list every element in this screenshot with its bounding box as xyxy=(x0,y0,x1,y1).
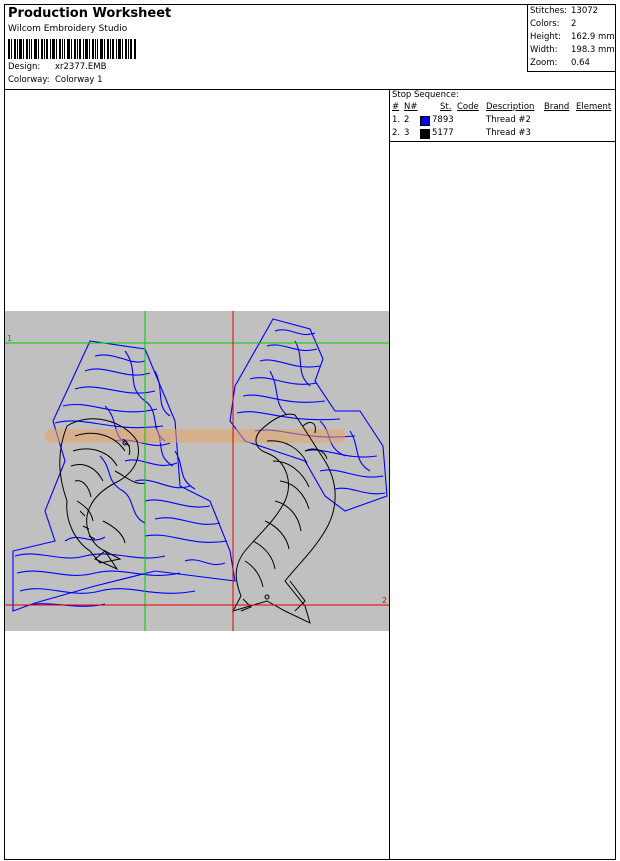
barcode xyxy=(8,39,136,59)
col-header-needle: N# xyxy=(404,102,418,112)
stat-colors: Colors: 2 xyxy=(530,19,577,29)
stat-zoom: Zoom: 0.64 xyxy=(530,58,590,68)
design-filename: xr2377.EMB xyxy=(55,62,107,72)
stop-sequence-table: Stop Sequence: # N# St. Code Description… xyxy=(390,89,615,142)
software-name: Wilcom Embroidery Studio xyxy=(8,24,128,34)
col-header-element: Element xyxy=(576,102,612,112)
design-label: Design: xyxy=(8,62,41,72)
embroidery-preview-canvas: 1 2 xyxy=(5,311,389,631)
stat-width: Width: 198.3 mm xyxy=(530,45,615,55)
column-divider xyxy=(389,89,390,859)
worksheet-header: Production Worksheet Wilcom Embroidery S… xyxy=(5,5,616,90)
col-header-num: # xyxy=(392,102,400,112)
worksheet-page: Production Worksheet Wilcom Embroidery S… xyxy=(4,4,616,860)
koi-fish-right xyxy=(231,413,336,624)
stop-sequence-title: Stop Sequence: xyxy=(392,90,459,100)
start-marker: 1 xyxy=(7,334,12,343)
wave-stitching-right xyxy=(229,318,388,512)
end-marker: 2 xyxy=(382,596,387,605)
thread-color-swatch xyxy=(420,129,430,139)
col-header-description: Description xyxy=(486,102,535,112)
col-header-st: St. xyxy=(440,102,452,112)
colorway-row: Colorway: Colorway 1 xyxy=(8,75,103,85)
alignment-guides xyxy=(5,311,389,631)
design-stats: Stitches: 13072 Colors: 2 Height: 162.9 mm … xyxy=(527,5,616,72)
col-header-code: Code xyxy=(457,102,479,112)
design-preview: 1 2 xyxy=(5,311,389,631)
colorway-label: Colorway: xyxy=(8,75,50,85)
thread-color-swatch xyxy=(420,116,430,126)
design-row: Design: xr2377.EMB xyxy=(8,62,106,72)
stat-stitches: Stitches: 13072 xyxy=(530,6,599,16)
page-title: Production Worksheet xyxy=(8,6,172,21)
col-header-brand: Brand xyxy=(544,102,570,112)
colorway-value: Colorway 1 xyxy=(55,75,103,85)
watermark-smudge xyxy=(45,429,345,443)
stat-height: Height: 162.9 mm xyxy=(530,32,615,42)
